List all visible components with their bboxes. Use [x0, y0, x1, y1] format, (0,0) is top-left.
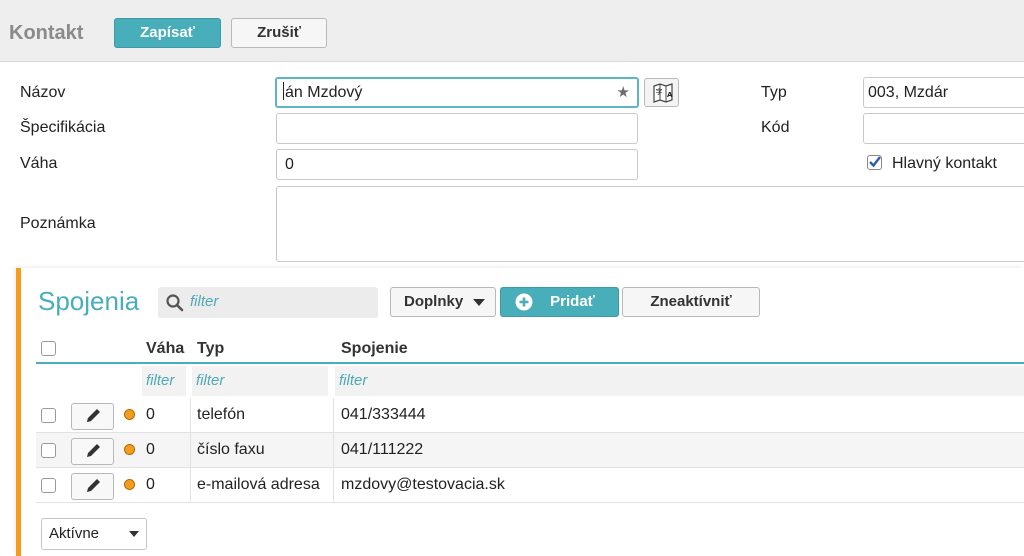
main-contact-label: Hlavný kontakt [892, 155, 997, 172]
save-button[interactable]: Zapísať [114, 18, 221, 48]
row-weight: 0 [146, 406, 155, 423]
type-field[interactable]: 003, Mzdár [863, 77, 1024, 108]
plus-circle-icon [515, 293, 533, 311]
translate-button[interactable]: 字 A [644, 78, 679, 107]
name-field-value: án Mzdový [285, 84, 363, 101]
row-checkbox[interactable] [41, 478, 56, 493]
edit-button[interactable] [71, 473, 114, 500]
search-input[interactable]: filter [158, 287, 378, 318]
column-divider [190, 398, 191, 433]
text-caret [283, 82, 284, 100]
deactivate-button[interactable]: Zneaktívniť [622, 287, 760, 317]
check-icon [869, 156, 881, 168]
column-divider [190, 433, 191, 468]
caret-down-icon [129, 531, 139, 537]
pencil-icon [87, 444, 100, 457]
star-icon[interactable]: ★ [617, 79, 630, 106]
addons-dropdown[interactable]: Doplnky [390, 287, 496, 317]
type-label: Typ [761, 84, 787, 101]
cancel-button[interactable]: Zrušiť [231, 18, 327, 48]
row-connection: mzdovy@testovacia.sk [341, 476, 505, 493]
edit-button[interactable] [71, 403, 114, 430]
svg-text:A: A [667, 91, 673, 99]
table-row[interactable]: 0 e-mailová adresa mzdovy@testovacia.sk [36, 468, 1024, 503]
toolbar: Kontakt Zapísať Zrušiť [0, 0, 1024, 62]
note-field[interactable] [276, 186, 1024, 262]
select-all-checkbox[interactable] [41, 341, 56, 356]
type-filter[interactable]: filter [192, 366, 328, 396]
addons-label: Doplnky [404, 293, 464, 310]
row-type: číslo faxu [197, 441, 265, 458]
col-type[interactable]: Typ [197, 340, 224, 358]
column-divider [333, 468, 334, 503]
name-label: Názov [20, 84, 66, 101]
svg-text:字: 字 [656, 87, 663, 96]
row-weight: 0 [146, 476, 155, 493]
main-contact-checkbox[interactable] [867, 155, 882, 170]
row-connection: 041/333444 [341, 406, 426, 423]
status-filter-value: Aktívne [49, 525, 100, 542]
weight-filter[interactable]: filter [142, 366, 186, 396]
table-row[interactable]: 0 číslo faxu 041/111222 [36, 433, 1024, 468]
name-field[interactable]: án Mzdový ★ [275, 77, 639, 108]
search-placeholder: filter [190, 293, 219, 310]
spec-field[interactable] [276, 113, 638, 144]
section-title: Spojenia [38, 286, 140, 316]
column-divider [333, 398, 334, 433]
row-type: e-mailová adresa [197, 476, 320, 493]
code-label: Kód [761, 119, 790, 136]
status-dot [124, 479, 135, 490]
translate-icon: 字 A [653, 83, 673, 103]
col-weight[interactable]: Váha [146, 340, 184, 358]
edit-button[interactable] [71, 438, 114, 465]
row-type: telefón [197, 406, 246, 423]
status-dot [124, 409, 135, 420]
pencil-icon [87, 409, 100, 422]
add-button[interactable]: Pridať [500, 287, 619, 317]
note-label: Poznámka [20, 215, 96, 232]
row-checkbox[interactable] [41, 443, 56, 458]
column-divider [333, 433, 334, 468]
weight-field[interactable]: 0 [276, 149, 638, 180]
page-title: Kontakt [9, 22, 84, 44]
pencil-icon [87, 479, 100, 492]
status-dot [124, 444, 135, 455]
row-weight: 0 [146, 441, 155, 458]
connection-filter[interactable]: filter [335, 366, 1024, 396]
add-label: Pridať [550, 293, 595, 310]
search-icon [166, 294, 184, 312]
column-divider [190, 468, 191, 503]
weight-label: Váha [20, 155, 58, 172]
row-checkbox[interactable] [41, 408, 56, 423]
col-connection[interactable]: Spojenie [341, 340, 408, 358]
status-filter-select[interactable]: Aktívne [41, 518, 147, 550]
code-field[interactable] [863, 113, 1024, 144]
table-row[interactable]: 0 telefón 041/333444 [36, 398, 1024, 433]
table-header-line [36, 362, 1024, 364]
caret-down-icon [473, 299, 485, 306]
spec-label: Špecifikácia [20, 119, 106, 136]
row-connection: 041/111222 [341, 441, 424, 458]
